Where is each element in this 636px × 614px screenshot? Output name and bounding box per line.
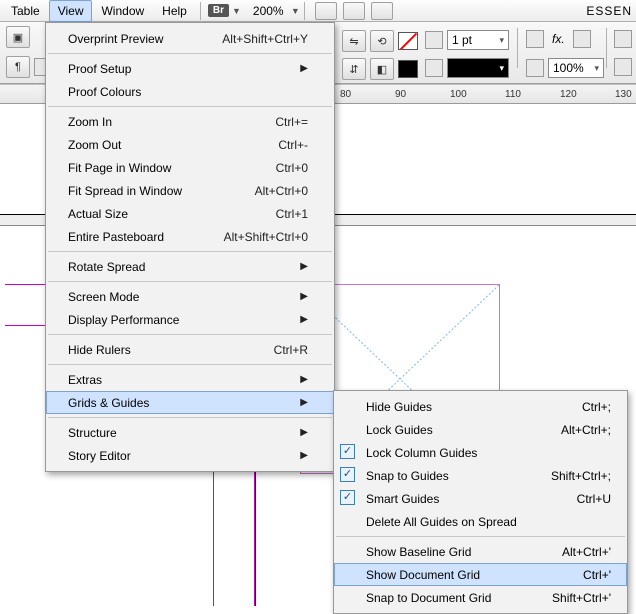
menu-separator: [48, 334, 332, 335]
submenu-arrow-icon: ▶: [300, 261, 308, 272]
menu-separator: [48, 281, 332, 282]
flip-horizontal-icon[interactable]: ⇋: [342, 30, 366, 52]
menu-bar: Table View Window Help Br ▼ 200% ▼ ESSEN: [0, 0, 636, 22]
menu-proof-setup[interactable]: Proof Setup▶: [46, 57, 334, 80]
separator: [304, 2, 305, 20]
divider: [606, 28, 607, 68]
fill-none-swatch[interactable]: [398, 32, 418, 50]
stroke-weight-field[interactable]: 1 pt ▾: [447, 30, 509, 50]
submenu-arrow-icon: ▶: [300, 397, 308, 408]
bridge-button[interactable]: Br: [208, 4, 229, 17]
grids-guides-submenu: Hide GuidesCtrl+; Lock GuidesAlt+Ctrl+; …: [333, 390, 628, 614]
paragraph-tool-icon[interactable]: ¶: [6, 56, 30, 78]
fx-label[interactable]: fx.: [552, 32, 565, 46]
workspace-label: ESSEN: [586, 4, 634, 18]
ruler-label: 120: [560, 89, 577, 100]
ruler-label: 110: [505, 89, 521, 100]
menu-fit-spread[interactable]: Fit Spread in WindowAlt+Ctrl+0: [46, 179, 334, 202]
opacity-icon: [526, 59, 544, 77]
text-wrap-icon[interactable]: [614, 30, 632, 48]
submenu-lock-guides[interactable]: Lock GuidesAlt+Ctrl+;: [334, 418, 627, 441]
opacity-field[interactable]: 100% ▾: [548, 58, 604, 78]
effects-icon[interactable]: [526, 30, 544, 48]
menu-actual-size[interactable]: Actual SizeCtrl+1: [46, 202, 334, 225]
ruler-label: 90: [395, 89, 406, 100]
bridge-dropdown-icon[interactable]: ▼: [232, 6, 241, 16]
menu-hide-rulers[interactable]: Hide RulersCtrl+R: [46, 338, 334, 361]
view-menu-dropdown: Overprint Preview Alt+Shift+Ctrl+Y Proof…: [45, 22, 335, 472]
menu-zoom-out[interactable]: Zoom OutCtrl+-: [46, 133, 334, 156]
arrange-button[interactable]: [371, 2, 393, 20]
dropdown-icon[interactable]: ▾: [499, 63, 504, 74]
menu-separator: [336, 536, 625, 537]
menu-separator: [48, 106, 332, 107]
stroke-swatch[interactable]: [398, 60, 418, 78]
check-icon: ✓: [340, 444, 355, 459]
menu-entire-pasteboard[interactable]: Entire PasteboardAlt+Shift+Ctrl+0: [46, 225, 334, 248]
separator: [200, 2, 201, 20]
screen-mode-button[interactable]: [343, 2, 365, 20]
submenu-arrow-icon: ▶: [300, 291, 308, 302]
submenu-arrow-icon: ▶: [300, 374, 308, 385]
submenu-snap-to-guides[interactable]: ✓ Snap to GuidesShift+Ctrl+;: [334, 464, 627, 487]
menu-story-editor[interactable]: Story Editor▶: [46, 444, 334, 467]
menu-screen-mode[interactable]: Screen Mode▶: [46, 285, 334, 308]
submenu-lock-column-guides[interactable]: ✓ Lock Column Guides: [334, 441, 627, 464]
menu-separator: [48, 53, 332, 54]
submenu-hide-guides[interactable]: Hide GuidesCtrl+;: [334, 395, 627, 418]
select-container-icon[interactable]: ◧: [370, 58, 394, 80]
menu-grids-guides[interactable]: Grids & Guides▶: [46, 391, 334, 414]
opacity-value: 100%: [553, 61, 584, 75]
menu-overprint-preview[interactable]: Overprint Preview Alt+Shift+Ctrl+Y: [46, 27, 334, 50]
stroke-weight-value: 1 pt: [452, 33, 472, 47]
menu-view[interactable]: View: [49, 0, 93, 22]
submenu-arrow-icon: ▶: [300, 450, 308, 461]
menu-zoom-in[interactable]: Zoom InCtrl+=: [46, 110, 334, 133]
menu-table[interactable]: Table: [2, 0, 49, 22]
selection-tool-icon[interactable]: ▣: [6, 26, 30, 48]
ruler-label: 130: [615, 89, 632, 100]
submenu-smart-guides[interactable]: ✓ Smart GuidesCtrl+U: [334, 487, 627, 510]
menu-help[interactable]: Help: [153, 0, 196, 22]
menu-structure[interactable]: Structure▶: [46, 421, 334, 444]
menu-display-performance[interactable]: Display Performance▶: [46, 308, 334, 331]
dropdown-icon[interactable]: ▾: [594, 63, 599, 74]
check-icon: ✓: [340, 467, 355, 482]
stroke-style-icon: [425, 59, 443, 77]
menu-proof-colours[interactable]: Proof Colours: [46, 80, 334, 103]
dropdown-icon[interactable]: ▾: [499, 35, 504, 46]
text-wrap-icon[interactable]: [614, 58, 632, 76]
menu-separator: [48, 417, 332, 418]
ruler-label: 80: [340, 89, 351, 100]
zoom-dropdown-icon[interactable]: ▼: [291, 6, 300, 16]
submenu-delete-all-guides[interactable]: Delete All Guides on Spread: [334, 510, 627, 533]
menu-separator: [48, 364, 332, 365]
rotate-icon[interactable]: ⟲: [370, 30, 394, 52]
submenu-arrow-icon: ▶: [300, 314, 308, 325]
stroke-style-field[interactable]: ▾: [447, 58, 509, 78]
check-icon: ✓: [340, 490, 355, 505]
submenu-show-document-grid[interactable]: Show Document GridCtrl+': [334, 563, 627, 586]
stroke-weight-icon: [425, 31, 443, 49]
flip-vertical-icon[interactable]: ⇵: [342, 58, 366, 80]
zoom-value: 200%: [253, 4, 287, 18]
divider: [517, 28, 518, 68]
view-options-button[interactable]: [315, 2, 337, 20]
submenu-arrow-icon: ▶: [300, 63, 308, 74]
menu-extras[interactable]: Extras▶: [46, 368, 334, 391]
zoom-level[interactable]: 200% ▼: [253, 4, 300, 18]
drop-shadow-icon[interactable]: [573, 30, 591, 48]
menu-separator: [48, 251, 332, 252]
menu-rotate-spread[interactable]: Rotate Spread▶: [46, 255, 334, 278]
submenu-arrow-icon: ▶: [300, 427, 308, 438]
menu-fit-page[interactable]: Fit Page in WindowCtrl+0: [46, 156, 334, 179]
submenu-show-baseline-grid[interactable]: Show Baseline GridAlt+Ctrl+': [334, 540, 627, 563]
menu-window[interactable]: Window: [92, 0, 153, 22]
ruler-label: 100: [450, 89, 467, 100]
